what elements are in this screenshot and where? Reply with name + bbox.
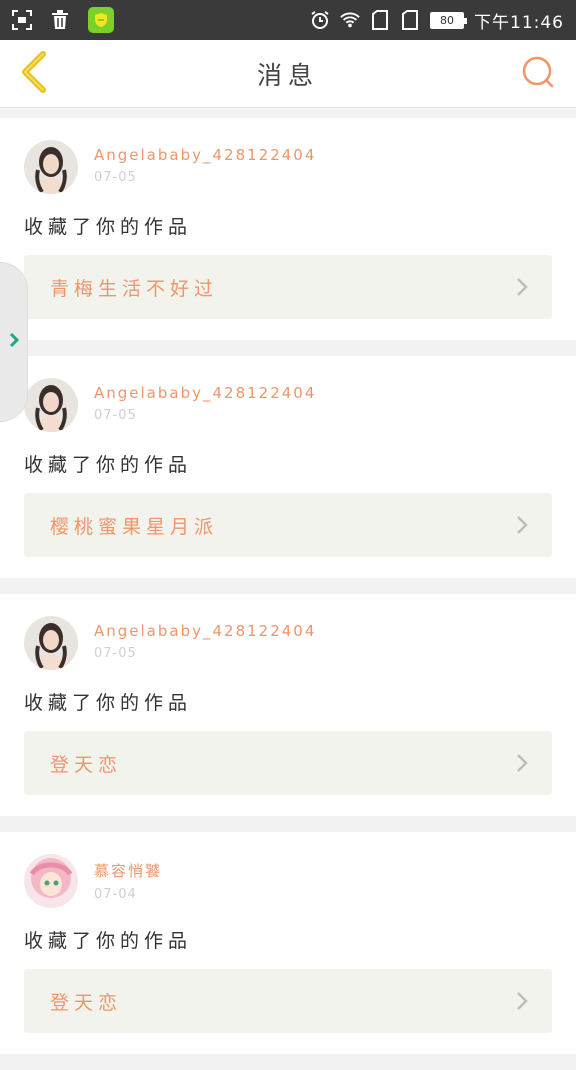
back-button[interactable]: [12, 51, 56, 97]
message-date: 07-04: [94, 887, 137, 902]
avatar[interactable]: [24, 854, 78, 908]
chevron-right-icon: [514, 277, 530, 297]
action-text: 收藏了你的作品: [24, 930, 193, 952]
work-link[interactable]: 樱桃蜜果星月派: [24, 493, 552, 557]
trash-icon: [50, 10, 70, 30]
chevron-right-icon: [514, 515, 530, 535]
message-date: 07-05: [94, 408, 137, 423]
message-date: 07-05: [94, 646, 137, 661]
message-card: Angelababy_428122404 07-05 收藏了你的作品 登天恋: [0, 594, 576, 816]
sim2-icon: [400, 10, 420, 30]
action-text: 收藏了你的作品: [24, 454, 193, 476]
status-bar: 80 下午11:46: [0, 0, 576, 40]
wifi-icon: [340, 10, 360, 30]
message-card: Angelababy_428122404 07-05 收藏了你的作品 樱桃蜜果星…: [0, 356, 576, 578]
screenshot-icon: [12, 10, 32, 30]
chevron-right-icon: [514, 753, 530, 773]
sim1-icon: [370, 10, 390, 30]
chevron-left-icon: [19, 51, 49, 97]
top-app-bar: 消息: [0, 40, 576, 108]
work-title: 登天恋: [50, 991, 123, 1014]
message-card: Angelababy_428122404 07-05 收藏了你的作品 青梅生活不…: [0, 118, 576, 340]
message-list: Angelababy_428122404 07-05 收藏了你的作品 青梅生活不…: [0, 118, 576, 1070]
avatar[interactable]: [24, 616, 78, 670]
username[interactable]: Angelababy_428122404: [94, 622, 316, 640]
work-title: 青梅生活不好过: [50, 277, 219, 300]
action-text: 收藏了你的作品: [24, 216, 193, 238]
chevron-right-icon: [514, 991, 530, 1011]
app-shield-icon: [88, 7, 114, 33]
work-link[interactable]: 登天恋: [24, 969, 552, 1033]
work-link[interactable]: 青梅生活不好过: [24, 255, 552, 319]
avatar[interactable]: [24, 378, 78, 432]
message-card: 慕容悄饕 07-04 收藏了你的作品 登天恋: [0, 832, 576, 1054]
search-button[interactable]: [518, 54, 558, 94]
work-link[interactable]: 登天恋: [24, 731, 552, 795]
username[interactable]: Angelababy_428122404: [94, 384, 316, 402]
chevron-right-icon: [8, 332, 20, 352]
action-text: 收藏了你的作品: [24, 692, 193, 714]
search-icon: [521, 55, 555, 93]
alarm-icon: [310, 10, 330, 30]
clock: 下午11:46: [474, 12, 564, 33]
battery-indicator: 80: [430, 11, 467, 29]
username[interactable]: Angelababy_428122404: [94, 146, 316, 164]
message-date: 07-05: [94, 170, 137, 185]
username[interactable]: 慕容悄饕: [94, 860, 162, 881]
page-title: 消息: [256, 60, 319, 90]
work-title: 登天恋: [50, 753, 123, 776]
side-drawer-handle[interactable]: [0, 262, 28, 422]
work-title: 樱桃蜜果星月派: [50, 515, 219, 538]
avatar[interactable]: [24, 140, 78, 194]
